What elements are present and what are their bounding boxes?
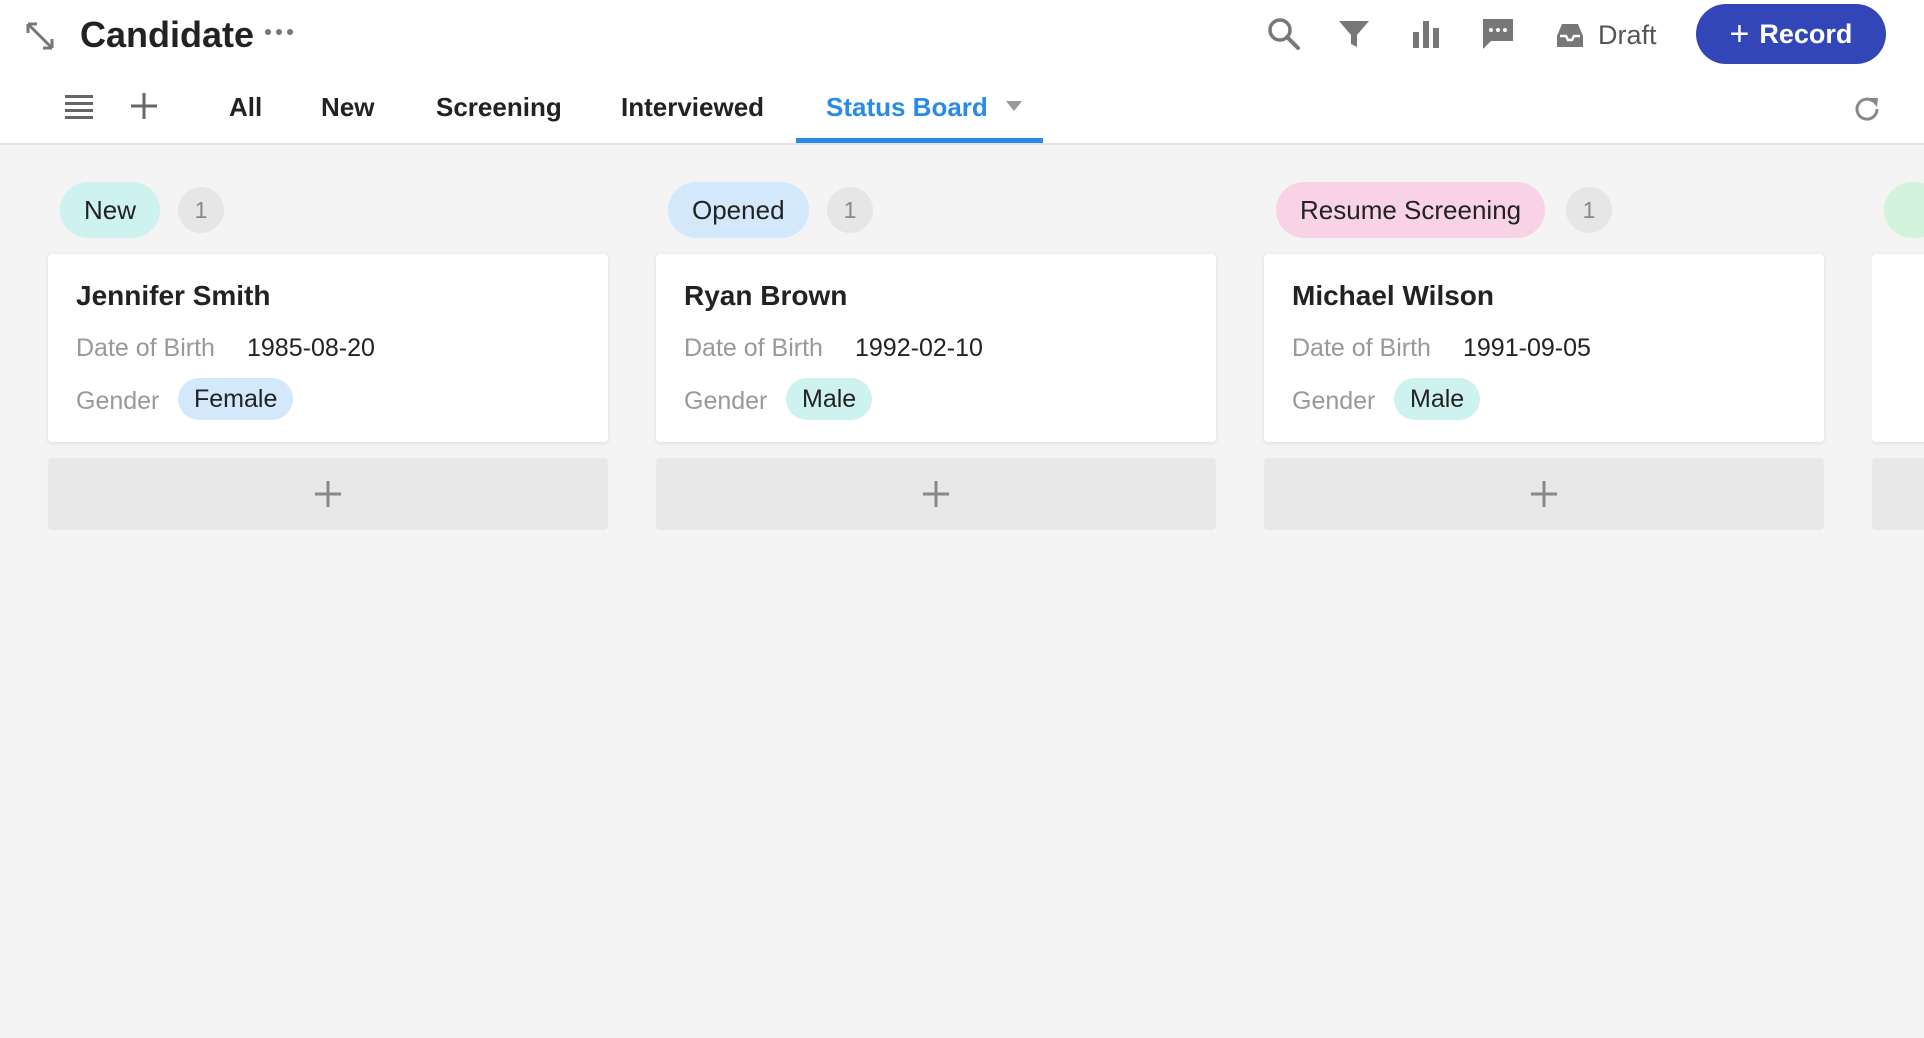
tab-status-board[interactable]: Status Board bbox=[826, 92, 988, 123]
add-record-button[interactable]: + Record bbox=[1696, 4, 1886, 64]
gender-tag: Female bbox=[178, 378, 294, 420]
comment-icon[interactable] bbox=[1480, 16, 1516, 52]
dob-value: 1985-08-20 bbox=[247, 334, 375, 362]
status-pill-partial bbox=[1884, 182, 1924, 238]
status-pill-new: New bbox=[60, 182, 161, 238]
status-pill-resume-screening: Resume Screening bbox=[1276, 182, 1546, 238]
candidate-name: Ryan Brown bbox=[684, 280, 848, 311]
gender-tag: Male bbox=[1394, 378, 1481, 420]
filter-icon[interactable] bbox=[1336, 16, 1372, 52]
candidate-name: Jennifer Smith bbox=[76, 280, 271, 311]
gender-label: Gender bbox=[684, 387, 768, 415]
column-header: Opened 1 bbox=[656, 180, 1216, 238]
tab-interviewed[interactable]: Interviewed bbox=[621, 92, 764, 123]
inbox-icon bbox=[1557, 24, 1583, 47]
column-count-badge: 1 bbox=[827, 187, 873, 233]
tab-screening[interactable]: Screening bbox=[436, 92, 562, 123]
add-record-label: Record bbox=[1759, 18, 1853, 49]
status-pill-opened: Opened bbox=[668, 182, 809, 238]
board-column-new: New 1 Jennifer Smith Date of Birth 1985-… bbox=[48, 180, 608, 530]
board-column-resume-screening: Resume Screening 1 Michael Wilson Date o… bbox=[1264, 180, 1824, 530]
plus-icon bbox=[315, 481, 341, 507]
candidate-name: Michael Wilson bbox=[1292, 280, 1495, 311]
search-icon[interactable] bbox=[1266, 16, 1302, 52]
plus-icon bbox=[923, 481, 949, 507]
column-count-badge: 1 bbox=[1566, 187, 1612, 233]
plus-icon bbox=[1531, 481, 1557, 507]
add-card-button[interactable] bbox=[1264, 458, 1824, 530]
draft-button[interactable]: Draft bbox=[1554, 16, 1657, 54]
gender-label: Gender bbox=[76, 387, 160, 415]
chart-icon[interactable] bbox=[1408, 16, 1444, 52]
expand-icon[interactable] bbox=[24, 20, 56, 52]
column-header: Resume Screening 1 bbox=[1264, 180, 1824, 238]
tab-all[interactable]: All bbox=[229, 92, 262, 123]
board-column-opened: Opened 1 Ryan Brown Date of Birth 1992-0… bbox=[656, 180, 1216, 530]
add-card-button[interactable] bbox=[48, 458, 608, 530]
draft-label: Draft bbox=[1598, 19, 1657, 50]
candidate-card-partial[interactable] bbox=[1872, 254, 1924, 442]
add-view-icon[interactable] bbox=[129, 91, 159, 121]
page-title: Candidate bbox=[80, 14, 255, 55]
dob-value: 1992-02-10 bbox=[855, 334, 983, 362]
dob-label: Date of Birth bbox=[1292, 334, 1431, 362]
view-tabs-row: All New Screening Interviewed Status Boa… bbox=[0, 78, 1924, 145]
add-card-button-partial[interactable] bbox=[1872, 458, 1924, 530]
candidate-card[interactable]: Jennifer Smith Date of Birth 1985-08-20 … bbox=[48, 254, 608, 442]
gender-tag: Male bbox=[786, 378, 873, 420]
view-list-icon[interactable] bbox=[64, 93, 94, 121]
dob-value: 1991-09-05 bbox=[1463, 334, 1591, 362]
column-header: New 1 bbox=[48, 180, 608, 238]
gender-label: Gender bbox=[1292, 387, 1376, 415]
active-tab-indicator bbox=[796, 138, 1043, 143]
board-column-partial bbox=[1872, 180, 1924, 580]
add-card-button[interactable] bbox=[656, 458, 1216, 530]
header-row: Candidate Draft + Record bbox=[0, 0, 1924, 70]
chevron-down-icon[interactable] bbox=[1005, 100, 1023, 112]
candidate-card[interactable]: Ryan Brown Date of Birth 1992-02-10 Gend… bbox=[656, 254, 1216, 442]
dob-label: Date of Birth bbox=[76, 334, 215, 362]
dob-label: Date of Birth bbox=[684, 334, 823, 362]
column-count-badge: 1 bbox=[178, 187, 224, 233]
plus-icon: + bbox=[1729, 15, 1750, 53]
candidate-card[interactable]: Michael Wilson Date of Birth 1991-09-05 … bbox=[1264, 254, 1824, 442]
more-options-icon[interactable] bbox=[263, 20, 295, 44]
tab-new[interactable]: New bbox=[321, 92, 374, 123]
top-bar: Candidate Draft + Record All New Screeni… bbox=[0, 0, 1924, 145]
refresh-icon[interactable] bbox=[1852, 94, 1882, 124]
